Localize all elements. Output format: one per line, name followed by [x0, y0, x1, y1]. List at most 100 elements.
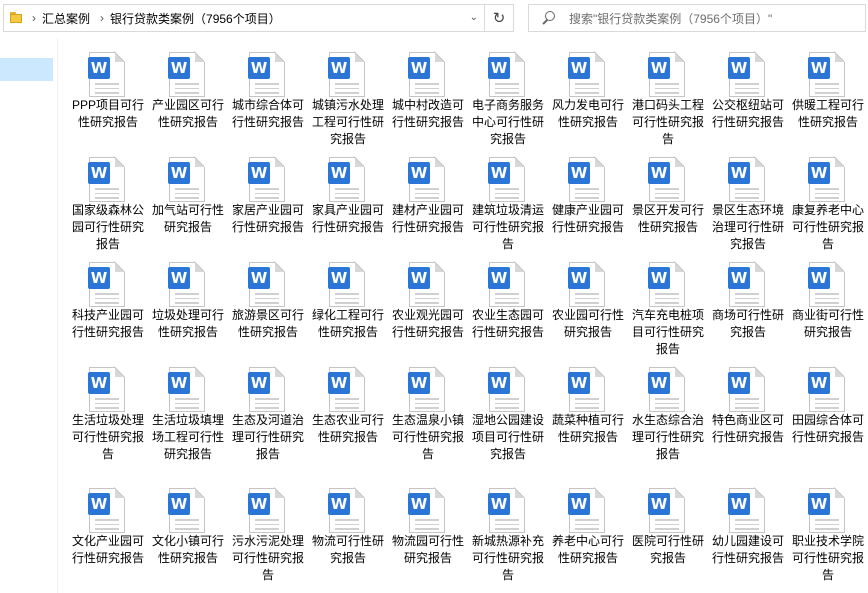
file-item[interactable]: W 文化产业园可行性研究报告 [68, 480, 148, 590]
word-document-icon: W [88, 51, 125, 97]
file-item[interactable]: W 建材产业园可行性研究报告 [388, 149, 468, 254]
file-item[interactable]: W 污水污泥处理可行性研究报告 [228, 480, 308, 590]
file-name: PPP项目可行性研究报告 [72, 98, 145, 129]
file-item[interactable]: W 家具产业园可行性研究报告 [308, 149, 388, 254]
file-item[interactable]: W 风力发电可行性研究报告 [548, 44, 628, 149]
file-name: 生态及河道治理可行性研究报告 [232, 413, 305, 461]
chevron-down-icon[interactable]: ⌄ [470, 12, 478, 23]
file-item[interactable]: W 医院可行性研究报告 [628, 480, 708, 590]
file-item[interactable]: W 生活垃圾填埋场工程可行性研究报告 [148, 359, 228, 480]
file-item[interactable]: W 电子商务服务中心可行性研究报告 [468, 44, 548, 149]
file-item[interactable]: W 家居产业园可行性研究报告 [228, 149, 308, 254]
breadcrumb-current[interactable]: 银行贷款类案例（7956个项目） [110, 10, 281, 27]
word-document-icon: W [168, 366, 205, 412]
file-name: 电子商务服务中心可行性研究报告 [472, 98, 545, 146]
file-name: 城镇污水处理工程可行性研究报告 [312, 98, 385, 146]
file-name: 职业技术学院可行性研究报告 [792, 534, 865, 582]
refresh-button[interactable]: ↻ [485, 4, 514, 32]
search-input[interactable]: 搜索"银行贷款类案例（7956个项目）" [569, 10, 772, 27]
file-item[interactable]: W 科技产业园可行性研究报告 [68, 254, 148, 359]
file-item[interactable]: W 新城热源补充可行性研究报告 [468, 480, 548, 590]
file-item[interactable]: W 城中村改造可行性研究报告 [388, 44, 468, 149]
file-item[interactable]: W 景区开发可行性研究报告 [628, 149, 708, 254]
navigation-pane[interactable] [0, 38, 60, 593]
file-item[interactable]: W 农业园可行性研究报告 [548, 254, 628, 359]
file-item[interactable]: W 职业技术学院可行性研究报告 [788, 480, 868, 590]
file-item[interactable]: W 生活垃圾处理可行性研究报告 [68, 359, 148, 480]
nav-selected-item[interactable] [0, 58, 53, 81]
word-document-icon: W [728, 366, 765, 412]
file-item[interactable]: W 建筑垃圾清运可行性研究报告 [468, 149, 548, 254]
breadcrumb-summary[interactable]: 汇总案例 [42, 10, 90, 27]
file-item[interactable]: W 公交枢纽站可行性研究报告 [708, 44, 788, 149]
chevron-right-icon[interactable]: › [100, 11, 104, 25]
file-item[interactable]: W 生态温泉小镇可行性研究报告 [388, 359, 468, 480]
file-name: 新城热源补充可行性研究报告 [472, 534, 545, 582]
file-item[interactable]: W 养老中心可行性研究报告 [548, 480, 628, 590]
word-document-icon: W [248, 156, 285, 202]
file-item[interactable]: W 健康产业园可行性研究报告 [548, 149, 628, 254]
file-item[interactable]: W 景区生态环境治理可行性研究报告 [708, 149, 788, 254]
file-name: 公交枢纽站可行性研究报告 [712, 98, 785, 129]
file-item[interactable]: W 港口码头工程可行性研究报告 [628, 44, 708, 149]
file-name: 康复养老中心可行性研究报告 [792, 203, 865, 251]
word-document-icon: W [88, 261, 125, 307]
word-document-icon: W [648, 261, 685, 307]
file-item[interactable]: W 物流园可行性研究报告 [388, 480, 468, 590]
file-item[interactable]: W 垃圾处理可行性研究报告 [148, 254, 228, 359]
word-document-icon: W [808, 51, 845, 97]
search-icon [541, 10, 557, 26]
file-item[interactable]: W 康复养老中心可行性研究报告 [788, 149, 868, 254]
search-box[interactable]: 搜索"银行贷款类案例（7956个项目）" [528, 4, 866, 32]
word-document-icon: W [728, 51, 765, 97]
file-item[interactable]: W 商业街可行性研究报告 [788, 254, 868, 359]
word-document-icon: W [248, 487, 285, 533]
file-name: 旅游景区可行性研究报告 [232, 308, 305, 339]
word-document-icon: W [88, 156, 125, 202]
word-document-icon: W [488, 366, 525, 412]
file-item[interactable]: W 文化小镇可行性研究报告 [148, 480, 228, 590]
address-bar[interactable]: › 汇总案例 › 银行贷款类案例（7956个项目） ⌄ [3, 4, 485, 32]
file-item[interactable]: W 城镇污水处理工程可行性研究报告 [308, 44, 388, 149]
file-item[interactable]: W 生态及河道治理可行性研究报告 [228, 359, 308, 480]
word-document-icon: W [248, 51, 285, 97]
word-document-icon: W [408, 51, 445, 97]
file-item[interactable]: W 供暖工程可行性研究报告 [788, 44, 868, 149]
file-item[interactable]: W 蔬菜种植可行性研究报告 [548, 359, 628, 480]
file-item[interactable]: W 幼儿园建设可行性研究报告 [708, 480, 788, 590]
word-document-icon: W [488, 156, 525, 202]
word-document-icon: W [568, 156, 605, 202]
word-document-icon: W [328, 261, 365, 307]
file-name: 垃圾处理可行性研究报告 [152, 308, 225, 339]
word-document-icon: W [568, 261, 605, 307]
file-item[interactable]: W 田园综合体可行性研究报告 [788, 359, 868, 480]
file-item[interactable]: W 农业生态园可行性研究报告 [468, 254, 548, 359]
file-name: 湿地公园建设项目可行性研究报告 [472, 413, 545, 461]
file-name: 生活垃圾填埋场工程可行性研究报告 [152, 413, 225, 461]
file-name: 家具产业园可行性研究报告 [312, 203, 385, 234]
file-item[interactable]: W 生态农业可行性研究报告 [308, 359, 388, 480]
file-item[interactable]: W 旅游景区可行性研究报告 [228, 254, 308, 359]
word-document-icon: W [328, 51, 365, 97]
file-item[interactable]: W 城市综合体可行性研究报告 [228, 44, 308, 149]
word-document-icon: W [168, 487, 205, 533]
file-item[interactable]: W 物流可行性研究报告 [308, 480, 388, 590]
file-item[interactable]: W 国家级森林公园可行性研究报告 [68, 149, 148, 254]
file-item[interactable]: W 湿地公园建设项目可行性研究报告 [468, 359, 548, 480]
file-item[interactable]: W 加气站可行性研究报告 [148, 149, 228, 254]
word-document-icon: W [488, 487, 525, 533]
file-name: 建筑垃圾清运可行性研究报告 [472, 203, 545, 251]
file-item[interactable]: W 特色商业区可行性研究报告 [708, 359, 788, 480]
word-document-icon: W [88, 366, 125, 412]
file-item[interactable]: W 汽车充电桩项目可行性研究报告 [628, 254, 708, 359]
file-item[interactable]: W 水生态综合治理可行性研究报告 [628, 359, 708, 480]
file-name: 农业生态园可行性研究报告 [472, 308, 545, 339]
pane-divider[interactable] [57, 38, 58, 593]
file-item[interactable]: W 绿化工程可行性研究报告 [308, 254, 388, 359]
file-item[interactable]: W 产业园区可行性研究报告 [148, 44, 228, 149]
file-item[interactable]: W PPP项目可行性研究报告 [68, 44, 148, 149]
file-item[interactable]: W 商场可行性研究报告 [708, 254, 788, 359]
word-document-icon: W [808, 156, 845, 202]
chevron-right-icon[interactable]: › [32, 11, 36, 25]
file-item[interactable]: W 农业观光园可行性研究报告 [388, 254, 468, 359]
